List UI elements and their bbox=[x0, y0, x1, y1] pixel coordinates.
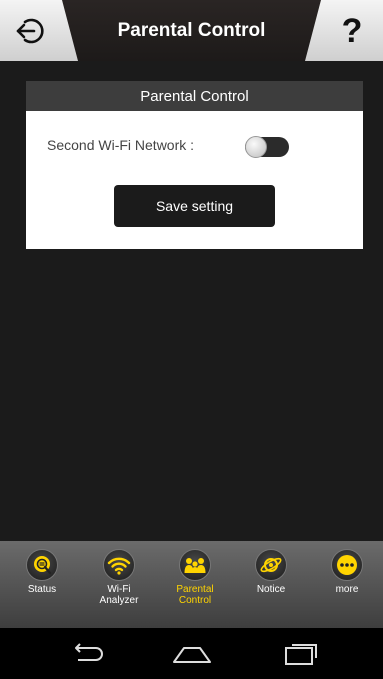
recents-icon bbox=[285, 644, 317, 665]
system-nav-bar bbox=[0, 628, 383, 679]
app-header: Parental Control ? bbox=[0, 0, 383, 61]
save-setting-button[interactable]: Save setting bbox=[114, 185, 275, 227]
help-icon: ? bbox=[341, 11, 363, 50]
home-icon bbox=[173, 647, 211, 663]
more-dots-icon bbox=[331, 549, 363, 581]
tab-parental-control[interactable]: Parental Control bbox=[160, 549, 230, 625]
setting-row-second-wifi: Second Wi-Fi Network : bbox=[26, 111, 363, 183]
planet-icon bbox=[255, 549, 287, 581]
back-icon bbox=[75, 643, 103, 661]
bottom-tab-bar: Status Wi-Fi Analyzer Parental Control N… bbox=[0, 541, 383, 628]
wifi-icon bbox=[103, 549, 135, 581]
help-button[interactable]: ? bbox=[329, 8, 375, 54]
tab-notice[interactable]: Notice bbox=[236, 549, 306, 625]
family-icon bbox=[179, 549, 211, 581]
toggle-knob bbox=[245, 136, 267, 158]
setting-label: Second Wi-Fi Network : bbox=[47, 137, 195, 153]
card-title: Parental Control bbox=[26, 81, 363, 111]
nav-back-button[interactable] bbox=[64, 640, 112, 668]
page-title: Parental Control bbox=[117, 19, 266, 41]
tab-label: Notice bbox=[256, 584, 286, 595]
tab-wifi-analyzer[interactable]: Wi-Fi Analyzer bbox=[84, 549, 154, 625]
nav-home-button[interactable] bbox=[168, 640, 216, 668]
tab-status[interactable]: Status bbox=[7, 549, 77, 625]
tab-label: Parental Control bbox=[176, 584, 214, 606]
tab-label: Status bbox=[27, 584, 57, 595]
tab-label: more bbox=[335, 584, 359, 595]
main-panel: Parental Control Second Wi-Fi Network : … bbox=[0, 61, 383, 541]
tab-label: Wi-Fi Analyzer bbox=[99, 584, 139, 606]
tab-more[interactable]: more bbox=[312, 549, 382, 625]
back-button[interactable] bbox=[10, 12, 50, 50]
nav-recents-button[interactable] bbox=[276, 640, 324, 668]
magnifier-icon bbox=[26, 549, 58, 581]
exit-arrow-icon bbox=[16, 18, 44, 44]
second-wifi-toggle[interactable] bbox=[245, 136, 289, 158]
settings-card: Parental Control Second Wi-Fi Network : … bbox=[26, 81, 363, 249]
